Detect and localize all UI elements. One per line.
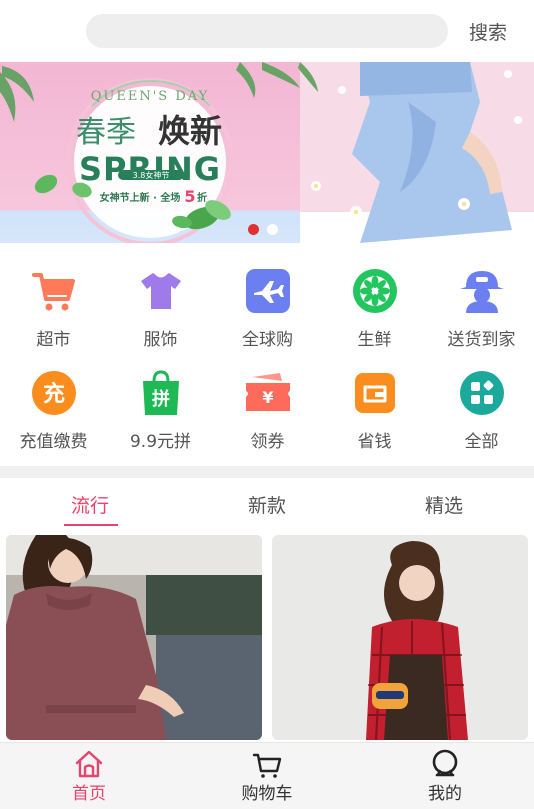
tab-new[interactable]: 新款 bbox=[207, 486, 327, 528]
search-button[interactable]: 搜索 bbox=[462, 16, 514, 46]
app-root: 搜索 QUEEN'S DAY 春季 焕新 SPRING 3.8女神节 女神节上新… bbox=[0, 0, 534, 809]
banner-promo-text: 女神节上新 · 全场 bbox=[100, 191, 181, 204]
category-group-buy[interactable]: 拼 9.9元拼 bbox=[107, 357, 214, 457]
category-grid: 超市 服饰 全球购 生鲜 送货到家 充 充值缴费 拼 9.9元拼 ¥ 领券 省钱… bbox=[0, 255, 534, 460]
shopping-cart-icon bbox=[32, 273, 75, 311]
product-card[interactable] bbox=[6, 535, 262, 740]
carousel-dot[interactable] bbox=[267, 224, 278, 235]
search-input[interactable] bbox=[86, 14, 448, 48]
category-apparel[interactable]: 服饰 bbox=[107, 255, 214, 355]
category-coupon[interactable]: ¥ 领券 bbox=[214, 357, 321, 457]
category-label: 超市 bbox=[36, 330, 71, 350]
product-image bbox=[6, 535, 262, 740]
category-supermarket[interactable]: 超市 bbox=[0, 255, 107, 355]
banner-sub-tag: 3.8女神节 bbox=[133, 170, 170, 180]
carousel-dot[interactable] bbox=[248, 224, 259, 235]
courier-icon bbox=[460, 271, 504, 313]
category-label: 全球购 bbox=[242, 330, 293, 350]
category-delivery[interactable]: 送货到家 bbox=[428, 255, 534, 355]
bottom-nav: 首页 购物车 我的 bbox=[0, 742, 534, 809]
top-bar: 搜索 bbox=[0, 0, 534, 62]
nav-label: 我的 bbox=[428, 784, 462, 804]
category-label: 充值缴费 bbox=[19, 432, 88, 452]
category-label: 9.9元拼 bbox=[129, 432, 192, 452]
tab-popular[interactable]: 流行 bbox=[30, 486, 150, 528]
product-list bbox=[0, 535, 534, 740]
svg-text:充: 充 bbox=[43, 381, 65, 407]
carousel-dots bbox=[248, 224, 278, 235]
category-fresh[interactable]: 生鲜 bbox=[321, 255, 428, 355]
category-label: 生鲜 bbox=[357, 330, 392, 350]
banner-badge-text: QUEEN'S DAY bbox=[91, 89, 209, 104]
nav-profile[interactable]: 我的 bbox=[356, 743, 534, 807]
nav-label: 购物车 bbox=[241, 784, 293, 804]
banner-title-en: SPRING bbox=[79, 150, 221, 188]
banner-title-2: 焕新 bbox=[158, 112, 222, 150]
wallet-icon bbox=[355, 373, 395, 413]
tab-featured[interactable]: 精选 bbox=[384, 486, 504, 528]
category-global[interactable]: 全球购 bbox=[214, 255, 321, 355]
category-label: 服饰 bbox=[143, 330, 178, 350]
category-save-money[interactable]: 省钱 bbox=[321, 357, 428, 457]
banner-carousel[interactable]: QUEEN'S DAY 春季 焕新 SPRING 3.8女神节 女神节上新 · … bbox=[0, 62, 534, 243]
svg-text:¥: ¥ bbox=[262, 388, 273, 407]
category-label: 全部 bbox=[464, 432, 499, 452]
banner-promo-number: 5 bbox=[184, 187, 195, 206]
product-image bbox=[272, 535, 528, 740]
svg-text:拼: 拼 bbox=[152, 388, 170, 410]
banner-image: QUEEN'S DAY 春季 焕新 SPRING 3.8女神节 女神节上新 · … bbox=[0, 62, 534, 243]
banner-title-1: 春季 bbox=[76, 115, 136, 150]
banner-promo-suffix: 折 bbox=[197, 191, 207, 204]
home-icon bbox=[75, 750, 103, 778]
nav-label: 首页 bbox=[72, 784, 106, 804]
group-buy-bag-icon: 拼 bbox=[143, 370, 179, 415]
category-all[interactable]: 全部 bbox=[428, 357, 534, 457]
airplane-icon bbox=[246, 269, 290, 313]
nav-cart[interactable]: 购物车 bbox=[178, 743, 356, 807]
product-card[interactable] bbox=[272, 535, 528, 740]
profile-icon bbox=[432, 749, 458, 777]
nav-home[interactable]: 首页 bbox=[0, 743, 178, 807]
category-recharge[interactable]: 充 充值缴费 bbox=[0, 357, 107, 457]
recharge-icon: 充 bbox=[32, 371, 76, 415]
product-tabs: 流行 新款 精选 bbox=[0, 486, 534, 530]
coupon-icon: ¥ bbox=[246, 373, 290, 411]
category-label: 领券 bbox=[250, 432, 285, 452]
tshirt-icon bbox=[141, 272, 181, 309]
cart-icon bbox=[252, 753, 282, 778]
lime-slice-icon bbox=[353, 269, 397, 313]
active-tab-underline bbox=[64, 524, 118, 526]
category-label: 送货到家 bbox=[447, 330, 516, 350]
all-grid-icon bbox=[460, 371, 504, 415]
section-divider bbox=[0, 466, 534, 478]
category-label: 省钱 bbox=[357, 432, 392, 452]
